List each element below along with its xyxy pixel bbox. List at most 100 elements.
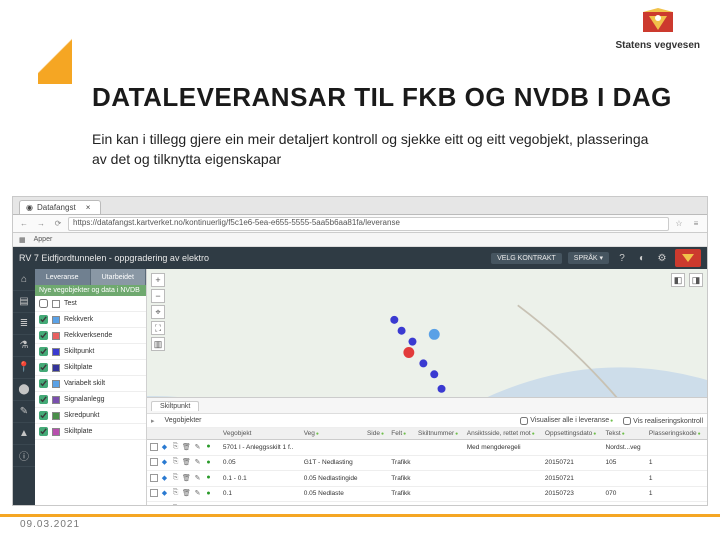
- settings-icon[interactable]: ⚙: [655, 251, 669, 265]
- url-input[interactable]: https://datafangst.kartverket.no/kontinu…: [68, 217, 669, 231]
- row-select-icon[interactable]: [150, 458, 158, 466]
- bp-subtab[interactable]: Vegobjekter: [165, 417, 202, 424]
- reload-button[interactable]: ⟳: [51, 217, 65, 231]
- layer-row[interactable]: Skiltpunkt: [35, 344, 146, 360]
- layer-checkbox[interactable]: [39, 395, 48, 404]
- info-icon[interactable]: ⓘ: [13, 445, 35, 467]
- table-header[interactable]: Plasseringskode: [646, 428, 707, 440]
- row-edit-icon[interactable]: ✎: [193, 489, 202, 498]
- layer-checkbox[interactable]: [39, 347, 48, 356]
- table-row[interactable]: ◆ ⎘ 🗑 ✎ ● 0.10.05 NedlasteTrafikk2015072…: [147, 486, 707, 502]
- map-tool-a[interactable]: ◧: [671, 273, 685, 287]
- list-icon[interactable]: ≣: [13, 313, 35, 335]
- select-contract-button[interactable]: VELG KONTRAKT: [491, 253, 562, 264]
- table-header[interactable]: Skiltnummer: [415, 428, 464, 440]
- row-delete-icon[interactable]: 🗑: [182, 473, 191, 482]
- map-point[interactable]: [398, 327, 406, 335]
- layer-row[interactable]: Test: [35, 296, 146, 312]
- layer-checkbox[interactable]: [39, 315, 48, 324]
- map-point[interactable]: [429, 329, 440, 340]
- layer-row[interactable]: Skiltplate: [35, 424, 146, 440]
- row-link-icon[interactable]: ⎘: [171, 489, 180, 498]
- layer-checkbox[interactable]: [39, 331, 48, 340]
- help-icon[interactable]: ?: [615, 251, 629, 265]
- flask-icon[interactable]: ⚗: [13, 335, 35, 357]
- row-select-icon[interactable]: [150, 443, 158, 451]
- layer-row[interactable]: Signalanlegg: [35, 392, 146, 408]
- apps-icon[interactable]: ▦: [19, 236, 26, 244]
- layer-row[interactable]: Rekkverksende: [35, 328, 146, 344]
- map-tool-b[interactable]: ◨: [689, 273, 703, 287]
- menu-icon[interactable]: ≡: [689, 217, 703, 231]
- table-header[interactable]: [147, 428, 220, 440]
- star-icon[interactable]: ☆: [672, 217, 686, 231]
- home-icon[interactable]: ⌂: [13, 269, 35, 291]
- layer-checkbox[interactable]: [39, 379, 48, 388]
- row-delete-icon[interactable]: 🗑: [182, 504, 191, 505]
- map-point[interactable]: [438, 385, 446, 393]
- row-edit-icon[interactable]: ✎: [193, 473, 202, 482]
- table-row[interactable]: ◆ ⎘ 🗑 ✎ ● 5701 l - Anleggsskilt 1 f..Med…: [147, 440, 707, 456]
- map-point[interactable]: [403, 347, 414, 358]
- table-row[interactable]: ◆ ⎘ 🗑 ✎ ● 0.10.05 NedlastingideTrafikk20…: [147, 502, 707, 506]
- language-button[interactable]: SPRÅK ▾: [568, 252, 609, 264]
- layer-row[interactable]: Variabelt skilt: [35, 376, 146, 392]
- row-select-icon[interactable]: [150, 505, 158, 506]
- side-tab-leveranse[interactable]: Leveranse: [35, 269, 91, 285]
- row-edit-icon[interactable]: ✎: [193, 504, 202, 505]
- map-canvas[interactable]: + − ⌖ ⛶ ▥ ◧ ◨ Skiltpunkt ▸: [147, 269, 707, 505]
- fullscreen-button[interactable]: ⛶: [151, 321, 165, 335]
- row-map-icon[interactable]: ◆: [160, 442, 169, 451]
- table-header[interactable]: Side: [364, 428, 388, 440]
- row-link-icon[interactable]: ⎘: [171, 504, 180, 505]
- layer-row[interactable]: Skiltplate: [35, 360, 146, 376]
- row-map-icon[interactable]: ◆: [160, 473, 169, 482]
- forward-button[interactable]: →: [34, 217, 48, 231]
- layer-row[interactable]: Skredpunkt: [35, 408, 146, 424]
- marker-icon[interactable]: ⬤: [13, 379, 35, 401]
- table-row[interactable]: ◆ ⎘ 🗑 ✎ ● 0.1 - 0.10.05 NedlastingideTra…: [147, 471, 707, 487]
- row-map-icon[interactable]: ◆: [160, 489, 169, 498]
- layer-row[interactable]: Rekkverk: [35, 312, 146, 328]
- row-select-icon[interactable]: [150, 474, 158, 482]
- row-select-icon[interactable]: [150, 489, 158, 497]
- table-header[interactable]: Tekst: [603, 428, 646, 440]
- row-delete-icon[interactable]: 🗑: [182, 458, 191, 467]
- row-map-icon[interactable]: ◆: [160, 504, 169, 505]
- bp-tab-skiltpunkt[interactable]: Skiltpunkt: [151, 401, 199, 411]
- row-map-icon[interactable]: ◆: [160, 458, 169, 467]
- grid-icon[interactable]: ▤: [13, 291, 35, 313]
- layer-checkbox[interactable]: [39, 299, 48, 308]
- toggle-visualize[interactable]: Visualiser alle i leveranse: [520, 417, 613, 425]
- map-point[interactable]: [390, 316, 398, 324]
- layer-checkbox[interactable]: [39, 427, 48, 436]
- layers-button[interactable]: ▥: [151, 337, 165, 351]
- edit-icon[interactable]: ✎: [13, 401, 35, 423]
- table-header[interactable]: Ansiktsside, rettet mot: [464, 428, 542, 440]
- table-header[interactable]: Oppsettingsdato: [542, 428, 603, 440]
- toggle-filter[interactable]: Vis realiseringskontroll: [623, 417, 703, 425]
- row-edit-icon[interactable]: ✎: [193, 442, 202, 451]
- back-button[interactable]: ←: [17, 217, 31, 231]
- warning-icon[interactable]: ▲: [13, 423, 35, 445]
- row-delete-icon[interactable]: 🗑: [182, 489, 191, 498]
- layer-checkbox[interactable]: [39, 363, 48, 372]
- map-point[interactable]: [419, 359, 427, 367]
- row-edit-icon[interactable]: ✎: [193, 458, 202, 467]
- map-point[interactable]: [408, 338, 416, 346]
- table-header[interactable]: Vegobjekt: [220, 428, 301, 440]
- row-delete-icon[interactable]: 🗑: [182, 442, 191, 451]
- table-row[interactable]: ◆ ⎘ 🗑 ✎ ● 0.05G1T - NedlastingTrafikk201…: [147, 455, 707, 471]
- row-link-icon[interactable]: ⎘: [171, 458, 180, 467]
- user-icon[interactable]: ◐: [635, 251, 649, 265]
- locate-button[interactable]: ⌖: [151, 305, 165, 319]
- table-header[interactable]: Veg: [301, 428, 364, 440]
- layer-checkbox[interactable]: [39, 411, 48, 420]
- browser-tab[interactable]: ◉ Datafangst ×: [19, 200, 101, 214]
- side-tab-utarbeidet[interactable]: Utarbeidet: [91, 269, 147, 285]
- zoom-in-button[interactable]: +: [151, 273, 165, 287]
- bookmark-apps[interactable]: Apper: [34, 236, 53, 243]
- zoom-out-button[interactable]: −: [151, 289, 165, 303]
- map-point[interactable]: [430, 370, 438, 378]
- table-header[interactable]: Felt: [388, 428, 415, 440]
